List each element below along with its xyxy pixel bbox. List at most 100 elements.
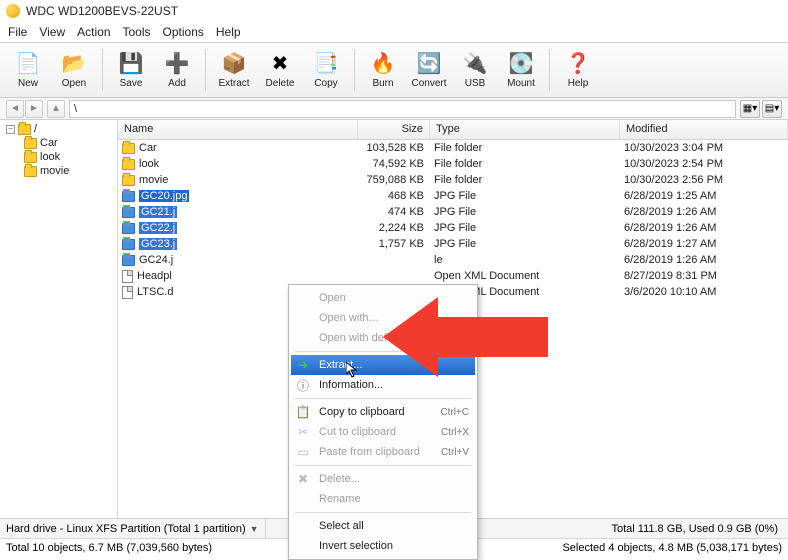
tree-item-movie[interactable]: movie (0, 164, 117, 178)
file-list[interactable]: Name Size Type Modified Car103,528 KBFil… (118, 120, 788, 518)
ctx-select-all[interactable]: Select all (291, 516, 475, 536)
table-row[interactable]: HeadplOpen XML Document8/27/2019 8:31 PM (118, 268, 788, 284)
selected-objects-label: Selected 4 objects, 4.8 MB (5,038,171 by… (562, 542, 782, 554)
file-size: 474 KB (358, 206, 430, 218)
table-row[interactable]: movie759,088 KBFile folder10/30/2023 2:5… (118, 172, 788, 188)
file-type: le (430, 254, 620, 266)
list-header[interactable]: Name Size Type Modified (118, 120, 788, 140)
file-size: 103,528 KB (358, 142, 430, 154)
folder-icon (122, 159, 135, 170)
folder-icon (24, 152, 37, 163)
file-modified: 6/28/2019 1:27 AM (620, 238, 788, 250)
table-row[interactable]: GC21.j 474 KBJPG File6/28/2019 1:26 AM (118, 204, 788, 220)
view-style-button[interactable]: ▦▾ (740, 100, 760, 118)
file-name: Car (139, 142, 157, 154)
menu-help[interactable]: Help (216, 25, 241, 39)
folder-icon (122, 175, 135, 186)
forward-button[interactable]: ► (25, 100, 43, 118)
add-button[interactable]: ➕Add (155, 45, 199, 95)
burn-button[interactable]: 🔥 Burn (361, 45, 405, 95)
ctx-copy[interactable]: 📋Copy to clipboardCtrl+C (291, 402, 475, 422)
mount-button[interactable]: 💽Mount (499, 45, 543, 95)
view-option-button[interactable]: ▤▾ (762, 100, 782, 118)
file-name: GC21.j (139, 206, 177, 218)
toolbar-label: Copy (314, 78, 337, 89)
toolbar-label: Help (568, 78, 589, 89)
ctx-rename[interactable]: Rename (291, 489, 475, 509)
col-type[interactable]: Type (430, 120, 620, 139)
delete-button[interactable]: ✖ Delete (258, 45, 302, 95)
up-button[interactable]: ▲ (47, 100, 65, 118)
menu-tools[interactable]: Tools (123, 25, 151, 39)
tree-root[interactable]: − / (0, 122, 117, 136)
add-icon: ➕ (165, 52, 189, 76)
delete-icon: ✖ (268, 52, 292, 76)
titlebar: WDC WD1200BEVS-22UST (0, 0, 788, 22)
file-name: GC20.jpg (139, 190, 189, 202)
collapse-icon[interactable]: − (6, 125, 15, 134)
tree-item-label: Car (40, 137, 58, 149)
usb-button[interactable]: 🔌USB (453, 45, 497, 95)
col-name[interactable]: Name (118, 120, 358, 139)
total-objects-label: Total 10 objects, 6.7 MB (7,039,560 byte… (6, 542, 212, 554)
toolbar-separator (549, 49, 550, 91)
tree-item-look[interactable]: look (0, 150, 117, 164)
menu-view[interactable]: View (39, 25, 65, 39)
file-modified: 6/28/2019 1:26 AM (620, 206, 788, 218)
extract-button[interactable]: 📦Extract (212, 45, 256, 95)
ctx-open[interactable]: Open (291, 288, 475, 308)
toolbar-label: Save (120, 78, 143, 89)
menubar: File View Action Tools Options Help (0, 22, 788, 42)
ctx-paste[interactable]: ▭Paste from clipboardCtrl+V (291, 442, 475, 462)
ctx-cut[interactable]: ✂Cut to clipboardCtrl+X (291, 422, 475, 442)
menu-action[interactable]: Action (77, 25, 110, 39)
ctx-open-with[interactable]: Open with... (291, 308, 475, 328)
path-input[interactable] (69, 100, 736, 118)
capacity-label: Total 111.8 GB, Used 0.9 GB (0%) (601, 523, 788, 535)
file-modified: 6/28/2019 1:26 AM (620, 222, 788, 234)
table-row[interactable]: Car103,528 KBFile folder10/30/2023 3:04 … (118, 140, 788, 156)
tree-item-label: movie (40, 165, 69, 177)
menu-file[interactable]: File (8, 25, 27, 39)
ctx-open-default[interactable]: Open with default viewer (291, 328, 475, 348)
file-modified: 10/30/2023 2:56 PM (620, 174, 788, 186)
copy-button[interactable]: 📑Copy (304, 45, 348, 95)
help-icon: ❓ (566, 52, 590, 76)
new-button[interactable]: 📄New (6, 45, 50, 95)
pathbar: ◄ ► ▲ ▦▾ ▤▾ (0, 98, 788, 120)
ctx-delete[interactable]: ✖Delete... (291, 469, 475, 489)
col-size[interactable]: Size (358, 120, 430, 139)
file-type: JPG File (430, 206, 620, 218)
back-button[interactable]: ◄ (6, 100, 24, 118)
partition-selector[interactable]: Hard drive - Linux XFS Partition (Total … (0, 519, 266, 538)
delete-icon: ✖ (295, 472, 311, 486)
toolbar-label: Mount (507, 78, 535, 89)
table-row[interactable]: GC24.jle6/28/2019 1:26 AM (118, 252, 788, 268)
table-row[interactable]: GC20.jpg468 KBJPG File6/28/2019 1:25 AM (118, 188, 788, 204)
tree-item-car[interactable]: Car (0, 136, 117, 150)
col-modified[interactable]: Modified (620, 120, 788, 139)
file-modified: 10/30/2023 3:04 PM (620, 142, 788, 154)
folder-tree[interactable]: − / Carlookmovie (0, 120, 118, 518)
ctx-information[interactable]: ⓘInformation... (291, 375, 475, 395)
image-file-icon (122, 207, 135, 218)
save-button[interactable]: 💾Save (109, 45, 153, 95)
ctx-extract[interactable]: ➔Extract... (291, 355, 475, 375)
table-row[interactable]: GC22.j2,224 KBJPG File6/28/2019 1:26 AM (118, 220, 788, 236)
help-button[interactable]: ❓ Help (556, 45, 600, 95)
document-file-icon (122, 270, 133, 283)
open-button[interactable]: 📂Open (52, 45, 96, 95)
context-menu: Open Open with... Open with default view… (288, 284, 478, 560)
table-row[interactable]: look74,592 KBFile folder10/30/2023 2:54 … (118, 156, 788, 172)
folder-icon (122, 143, 135, 154)
table-row[interactable]: GC23.j1,757 KBJPG File6/28/2019 1:27 AM (118, 236, 788, 252)
toolbar-label: Burn (372, 78, 393, 89)
ctx-invert-selection[interactable]: Invert selection (291, 536, 475, 556)
toolbar-label: Open (62, 78, 86, 89)
convert-button[interactable]: 🔄Convert (407, 45, 451, 95)
toolbar-label: Extract (218, 78, 249, 89)
burn-icon: 🔥 (371, 52, 395, 76)
toolbar-label: Delete (266, 78, 295, 89)
extract-icon: ➔ (295, 358, 311, 372)
menu-options[interactable]: Options (163, 25, 204, 39)
